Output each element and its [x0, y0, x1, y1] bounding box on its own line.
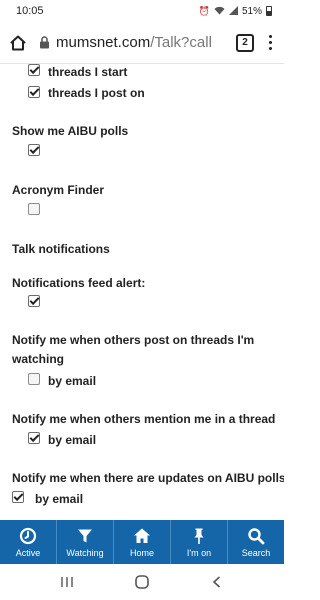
recent-apps-button[interactable]	[55, 570, 79, 594]
nav-watching-label: Watching	[66, 547, 104, 558]
talk-notifications-heading: Talk notifications	[12, 242, 110, 256]
lock-icon	[38, 36, 50, 50]
battery-icon	[266, 6, 272, 16]
status-icons: ⏰ 51%	[198, 5, 272, 17]
watching-by-email-label: by email	[48, 374, 97, 388]
system-home-icon	[135, 575, 149, 589]
alarm-icon: ⏰	[198, 5, 210, 16]
clock-icon	[19, 527, 37, 545]
settings-content: threads I start threads I post on Show m…	[0, 64, 284, 520]
nav-active-label: Active	[15, 547, 41, 558]
browser-toolbar: mumsnet.com/Talk?call 2	[0, 22, 284, 64]
battery-percent: 51%	[241, 5, 262, 17]
threads-i-start-checkbox[interactable]	[28, 64, 40, 76]
notify-mention-heading: Notify me when others mention me in a th…	[12, 412, 276, 426]
mention-by-email-checkbox[interactable]	[28, 432, 40, 444]
wifi-icon	[214, 6, 225, 17]
nav-im-on[interactable]: I'm on	[171, 520, 228, 564]
nav-home-label: Home	[129, 547, 154, 558]
show-aibu-polls-heading: Show me AIBU polls	[12, 124, 129, 138]
url-field[interactable]: mumsnet.com/Talk?call	[38, 28, 228, 58]
notify-watching-heading: Notify me when others post on threads I'…	[12, 333, 255, 366]
filter-icon	[76, 527, 94, 545]
back-button[interactable]	[205, 570, 229, 594]
recent-apps-icon	[61, 577, 74, 587]
browser-home-button[interactable]	[6, 31, 30, 55]
bottom-nav: Active Watching Home I'm on Search	[0, 520, 284, 564]
browser-menu-button[interactable]	[262, 31, 278, 55]
pin-icon	[190, 527, 208, 545]
threads-i-post-on-label: threads I post on	[48, 86, 145, 100]
acronym-finder-checkbox[interactable]	[28, 203, 40, 215]
nav-im-on-label: I'm on	[186, 547, 212, 558]
mention-by-email-label: by email	[48, 433, 97, 447]
back-icon	[212, 576, 220, 588]
aibu-by-email-checkbox[interactable]	[12, 491, 24, 503]
nav-search[interactable]: Search	[228, 520, 284, 564]
aibu-by-email-label: by email	[35, 492, 84, 506]
nav-watching[interactable]: Watching	[57, 520, 114, 564]
system-nav-bar	[0, 564, 284, 600]
search-icon	[247, 527, 265, 545]
threads-i-post-on-checkbox[interactable]	[28, 86, 40, 98]
url-path: /Talk?call	[150, 33, 212, 51]
watching-by-email-checkbox[interactable]	[28, 373, 40, 385]
nav-active[interactable]: Active	[0, 520, 57, 564]
home-icon	[133, 527, 151, 545]
system-home-button[interactable]	[130, 570, 154, 594]
status-bar: 10:05 ⏰ 51%	[0, 0, 284, 22]
nav-search-label: Search	[241, 547, 271, 558]
notifications-feed-alert-heading: Notifications feed alert:	[12, 276, 146, 290]
tab-switcher-button[interactable]: 2	[236, 33, 254, 52]
nav-home[interactable]: Home	[114, 520, 171, 564]
status-time: 10:05	[16, 5, 44, 17]
show-aibu-polls-checkbox[interactable]	[28, 144, 40, 156]
threads-i-start-label: threads I start	[48, 65, 128, 79]
url-host: mumsnet.com	[56, 33, 151, 51]
notifications-feed-alert-checkbox[interactable]	[28, 295, 40, 307]
signal-icon	[228, 5, 238, 17]
notify-aibu-heading: Notify me when there are updates on AIBU…	[12, 471, 284, 485]
acronym-finder-heading: Acronym Finder	[12, 183, 105, 197]
home-icon	[10, 35, 26, 50]
